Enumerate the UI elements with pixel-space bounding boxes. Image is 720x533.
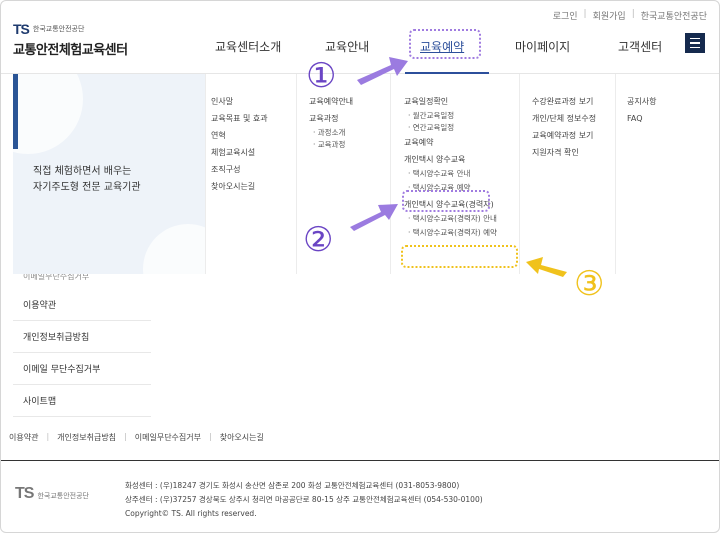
list-item-privacy[interactable]: 개인정보취급방침 — [13, 321, 151, 353]
footer-info: 화성센터 : (우)18247 경기도 화성시 송산면 삼존로 200 화성 교… — [125, 479, 483, 521]
site-title: 교통안전체험교육센터 — [13, 43, 128, 58]
separator: | — [631, 9, 635, 19]
menu-item-edit-info[interactable]: 개인/단체 정보수정 — [532, 110, 615, 127]
hero-visual: 직접 체험하면서 배우는 자기주도형 전문 교육기관 — [13, 74, 205, 274]
list-item-email-refusal[interactable]: 이메일 무단수집거부 — [13, 353, 151, 385]
signup-link[interactable]: 회원가입 — [593, 9, 626, 22]
submenu-taxi-experienced-guide[interactable]: · 택시양수교육(경력자) 안내 — [404, 213, 519, 225]
menu-item-schedule[interactable]: 교육일정확인 — [404, 93, 519, 110]
footer-address-hwaseong: 화성센터 : (우)18247 경기도 화성시 송산면 삼존로 200 화성 교… — [125, 481, 460, 490]
footer-logo-mark: TS — [15, 485, 34, 502]
slogan-line: 직접 체험하면서 배우는 — [33, 166, 132, 177]
list-item-terms[interactable]: 이용약관 — [13, 289, 151, 321]
nav-center-intro[interactable]: 교육센터소개 — [215, 38, 281, 55]
hero-slogan: 직접 체험하면서 배우는 자기주도형 전문 교육기관 — [33, 164, 141, 196]
mega-col-center-intro: 인사말 교육목표 및 효과 연혁 체험교육시설 조직구성 찾아오시는길 — [206, 74, 297, 274]
menu-item-goals[interactable]: 교육목표 및 효과 — [211, 110, 296, 127]
submenu-monthly-schedule[interactable]: · 월간교육일정 — [404, 110, 519, 122]
menu-item-history[interactable]: 연혁 — [211, 127, 296, 144]
menu-item-notice[interactable]: 공지사항 — [627, 93, 710, 110]
hamburger-menu-icon[interactable] — [685, 33, 705, 53]
clipped-list-item: 이메일무단수집거부 — [23, 274, 90, 281]
login-link[interactable]: 로그인 — [553, 9, 578, 22]
footer-copyright: Copyright© TS. All rights reserved. — [125, 509, 257, 518]
footer-link-directions[interactable]: 찾아오시는길 — [220, 432, 264, 443]
mega-menu: 인사말 교육목표 및 효과 연혁 체험교육시설 조직구성 찾아오시는길 교육예약… — [205, 74, 709, 274]
highlight-box-2 — [402, 190, 490, 212]
decorative-circle — [143, 224, 205, 274]
menu-item-facilities[interactable]: 체험교육시설 — [211, 144, 296, 161]
site-logo[interactable]: TS 한국교통안전공단 교통안전체험교육센터 — [13, 21, 128, 58]
mega-col-mypage: 수강완료과정 보기 개인/단체 정보수정 교육예약과정 보기 지원자격 확인 — [520, 74, 616, 274]
menu-item-reservation[interactable]: 교육예약 — [404, 134, 519, 151]
logo-org: 한국교통안전공단 — [32, 25, 85, 33]
slogan-line: 자기주도형 전문 교육기관 — [33, 182, 141, 193]
browser-frame: 로그인 | 회원가입 | 한국교통안전공단 TS 한국교통안전공단 교통안전체험… — [0, 0, 720, 533]
nav-customer-center[interactable]: 고객센터 — [618, 38, 662, 55]
nav-education-info[interactable]: 교육안내 — [325, 38, 369, 55]
annotation-number-1: ① — [306, 56, 337, 96]
footer-link-email-refusal[interactable]: 이메일무단수집거부 — [135, 432, 201, 443]
footer-links: 이용약관 | 개인정보취급방침 | 이메일무단수집거부 | 찾아오시는길 — [9, 432, 264, 443]
separator: | — [583, 9, 587, 19]
menu-item-organization[interactable]: 조직구성 — [211, 161, 296, 178]
utility-nav: 로그인 | 회원가입 | 한국교통안전공단 — [553, 9, 707, 22]
menu-item-reserved-courses[interactable]: 교육예약과정 보기 — [532, 127, 615, 144]
menu-item-greeting[interactable]: 인사말 — [211, 93, 296, 110]
menu-item-faq[interactable]: FAQ — [627, 110, 710, 127]
menu-item-eligibility[interactable]: 지원자격 확인 — [532, 144, 615, 161]
footer-logo: TS 한국교통안전공단 — [15, 485, 89, 503]
annotation-number-3: ③ — [574, 264, 605, 304]
highlight-box-1 — [409, 29, 481, 59]
kotsa-link[interactable]: 한국교통안전공단 — [641, 9, 707, 22]
mega-col-customer-center: 공지사항 FAQ — [616, 74, 710, 274]
footer-logo-org: 한국교통안전공단 — [37, 492, 89, 500]
menu-item-directions[interactable]: 찾아오시는길 — [211, 178, 296, 195]
separator: | — [46, 432, 50, 441]
nav-mypage[interactable]: 마이페이지 — [515, 38, 570, 55]
footer-link-privacy[interactable]: 개인정보취급방침 — [57, 432, 116, 443]
decorative-circle — [13, 74, 83, 154]
submenu-course-list[interactable]: · 교육과정 — [309, 139, 390, 151]
ts-logo-mark: TS — [13, 21, 30, 37]
footer-address-sangju: 상주센터 : (우)37257 경상북도 상주시 청리면 마공공단로 80-15… — [125, 495, 483, 504]
submenu-taxi-transfer-guide[interactable]: · 택시양수교육 안내 — [404, 168, 519, 180]
footer-divider — [1, 460, 719, 461]
highlight-box-3 — [401, 245, 518, 268]
annotation-number-2: ② — [303, 220, 334, 260]
menu-item-taxi-transfer[interactable]: 개인택시 양수교육 — [404, 151, 519, 168]
separator: | — [209, 432, 212, 441]
submenu-yearly-schedule[interactable]: · 연간교육일정 — [404, 122, 519, 134]
menu-item-courses[interactable]: 교육과정 — [309, 110, 390, 127]
side-link-list: 이메일무단수집거부 이용약관 개인정보취급방침 이메일 무단수집거부 사이트맵 — [13, 274, 151, 417]
accent-bar — [13, 74, 18, 149]
list-item-sitemap[interactable]: 사이트맵 — [13, 385, 151, 417]
mega-col-education-reservation: 교육일정확인 · 월간교육일정 · 연간교육일정 교육예약 개인택시 양수교육 … — [391, 74, 520, 274]
menu-item-completed-courses[interactable]: 수강완료과정 보기 — [532, 93, 615, 110]
submenu-course-intro[interactable]: · 과정소개 — [309, 127, 390, 139]
separator: | — [124, 432, 127, 441]
footer-link-terms[interactable]: 이용약관 — [9, 432, 38, 443]
submenu-taxi-experienced-reservation[interactable]: · 택시양수교육(경력자) 예약 — [404, 225, 519, 240]
